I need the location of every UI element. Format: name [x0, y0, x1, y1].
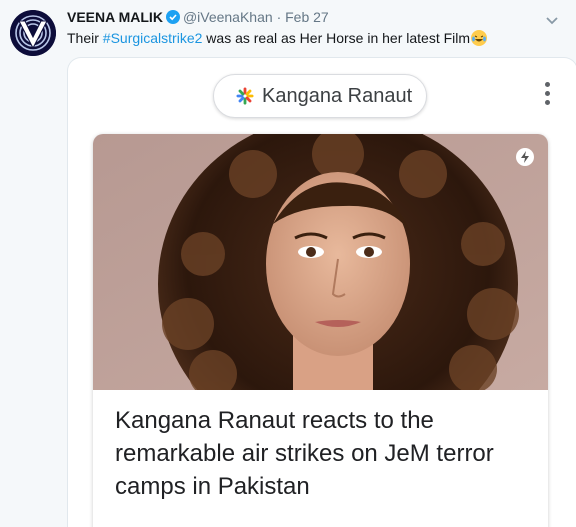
- article-photo: [93, 134, 548, 390]
- link-preview-card[interactable]: Kangana Ranaut Kangana Ranaut reacts to …: [67, 57, 576, 527]
- article-headline[interactable]: Kangana Ranaut reacts to the remarkable …: [115, 404, 535, 503]
- kebab-menu-icon[interactable]: [545, 82, 551, 108]
- tweet-header: VEENA MALIK @iVeenaKhan · Feb 27: [67, 9, 329, 25]
- avatar[interactable]: [10, 10, 56, 56]
- lightning-amp-icon: [516, 148, 534, 166]
- laughing-tears-emoji-icon: [471, 30, 488, 46]
- tweet-date[interactable]: Feb 27: [285, 9, 329, 25]
- news-card[interactable]: Kangana Ranaut reacts to the remarkable …: [93, 134, 548, 527]
- author-name[interactable]: VEENA MALIK: [67, 9, 163, 25]
- verified-badge-icon: [165, 10, 180, 24]
- tweet-text-after: was as real as Her Horse in her latest F…: [202, 30, 471, 46]
- google-sparkle-icon: [236, 87, 254, 105]
- hashtag-link[interactable]: #Surgicalstrike2: [103, 30, 203, 46]
- tweet-text-before: Their: [67, 30, 103, 46]
- separator: ·: [276, 9, 282, 25]
- tweet-text: Their #Surgicalstrike2 was as real as He…: [67, 30, 488, 46]
- chevron-down-icon[interactable]: [544, 12, 560, 28]
- author-handle[interactable]: @iVeenaKhan: [183, 9, 273, 25]
- topic-chip-label: Kangana Ranaut: [262, 85, 413, 107]
- avatar-logo-icon: [10, 10, 56, 56]
- topic-chip[interactable]: Kangana Ranaut: [213, 74, 427, 118]
